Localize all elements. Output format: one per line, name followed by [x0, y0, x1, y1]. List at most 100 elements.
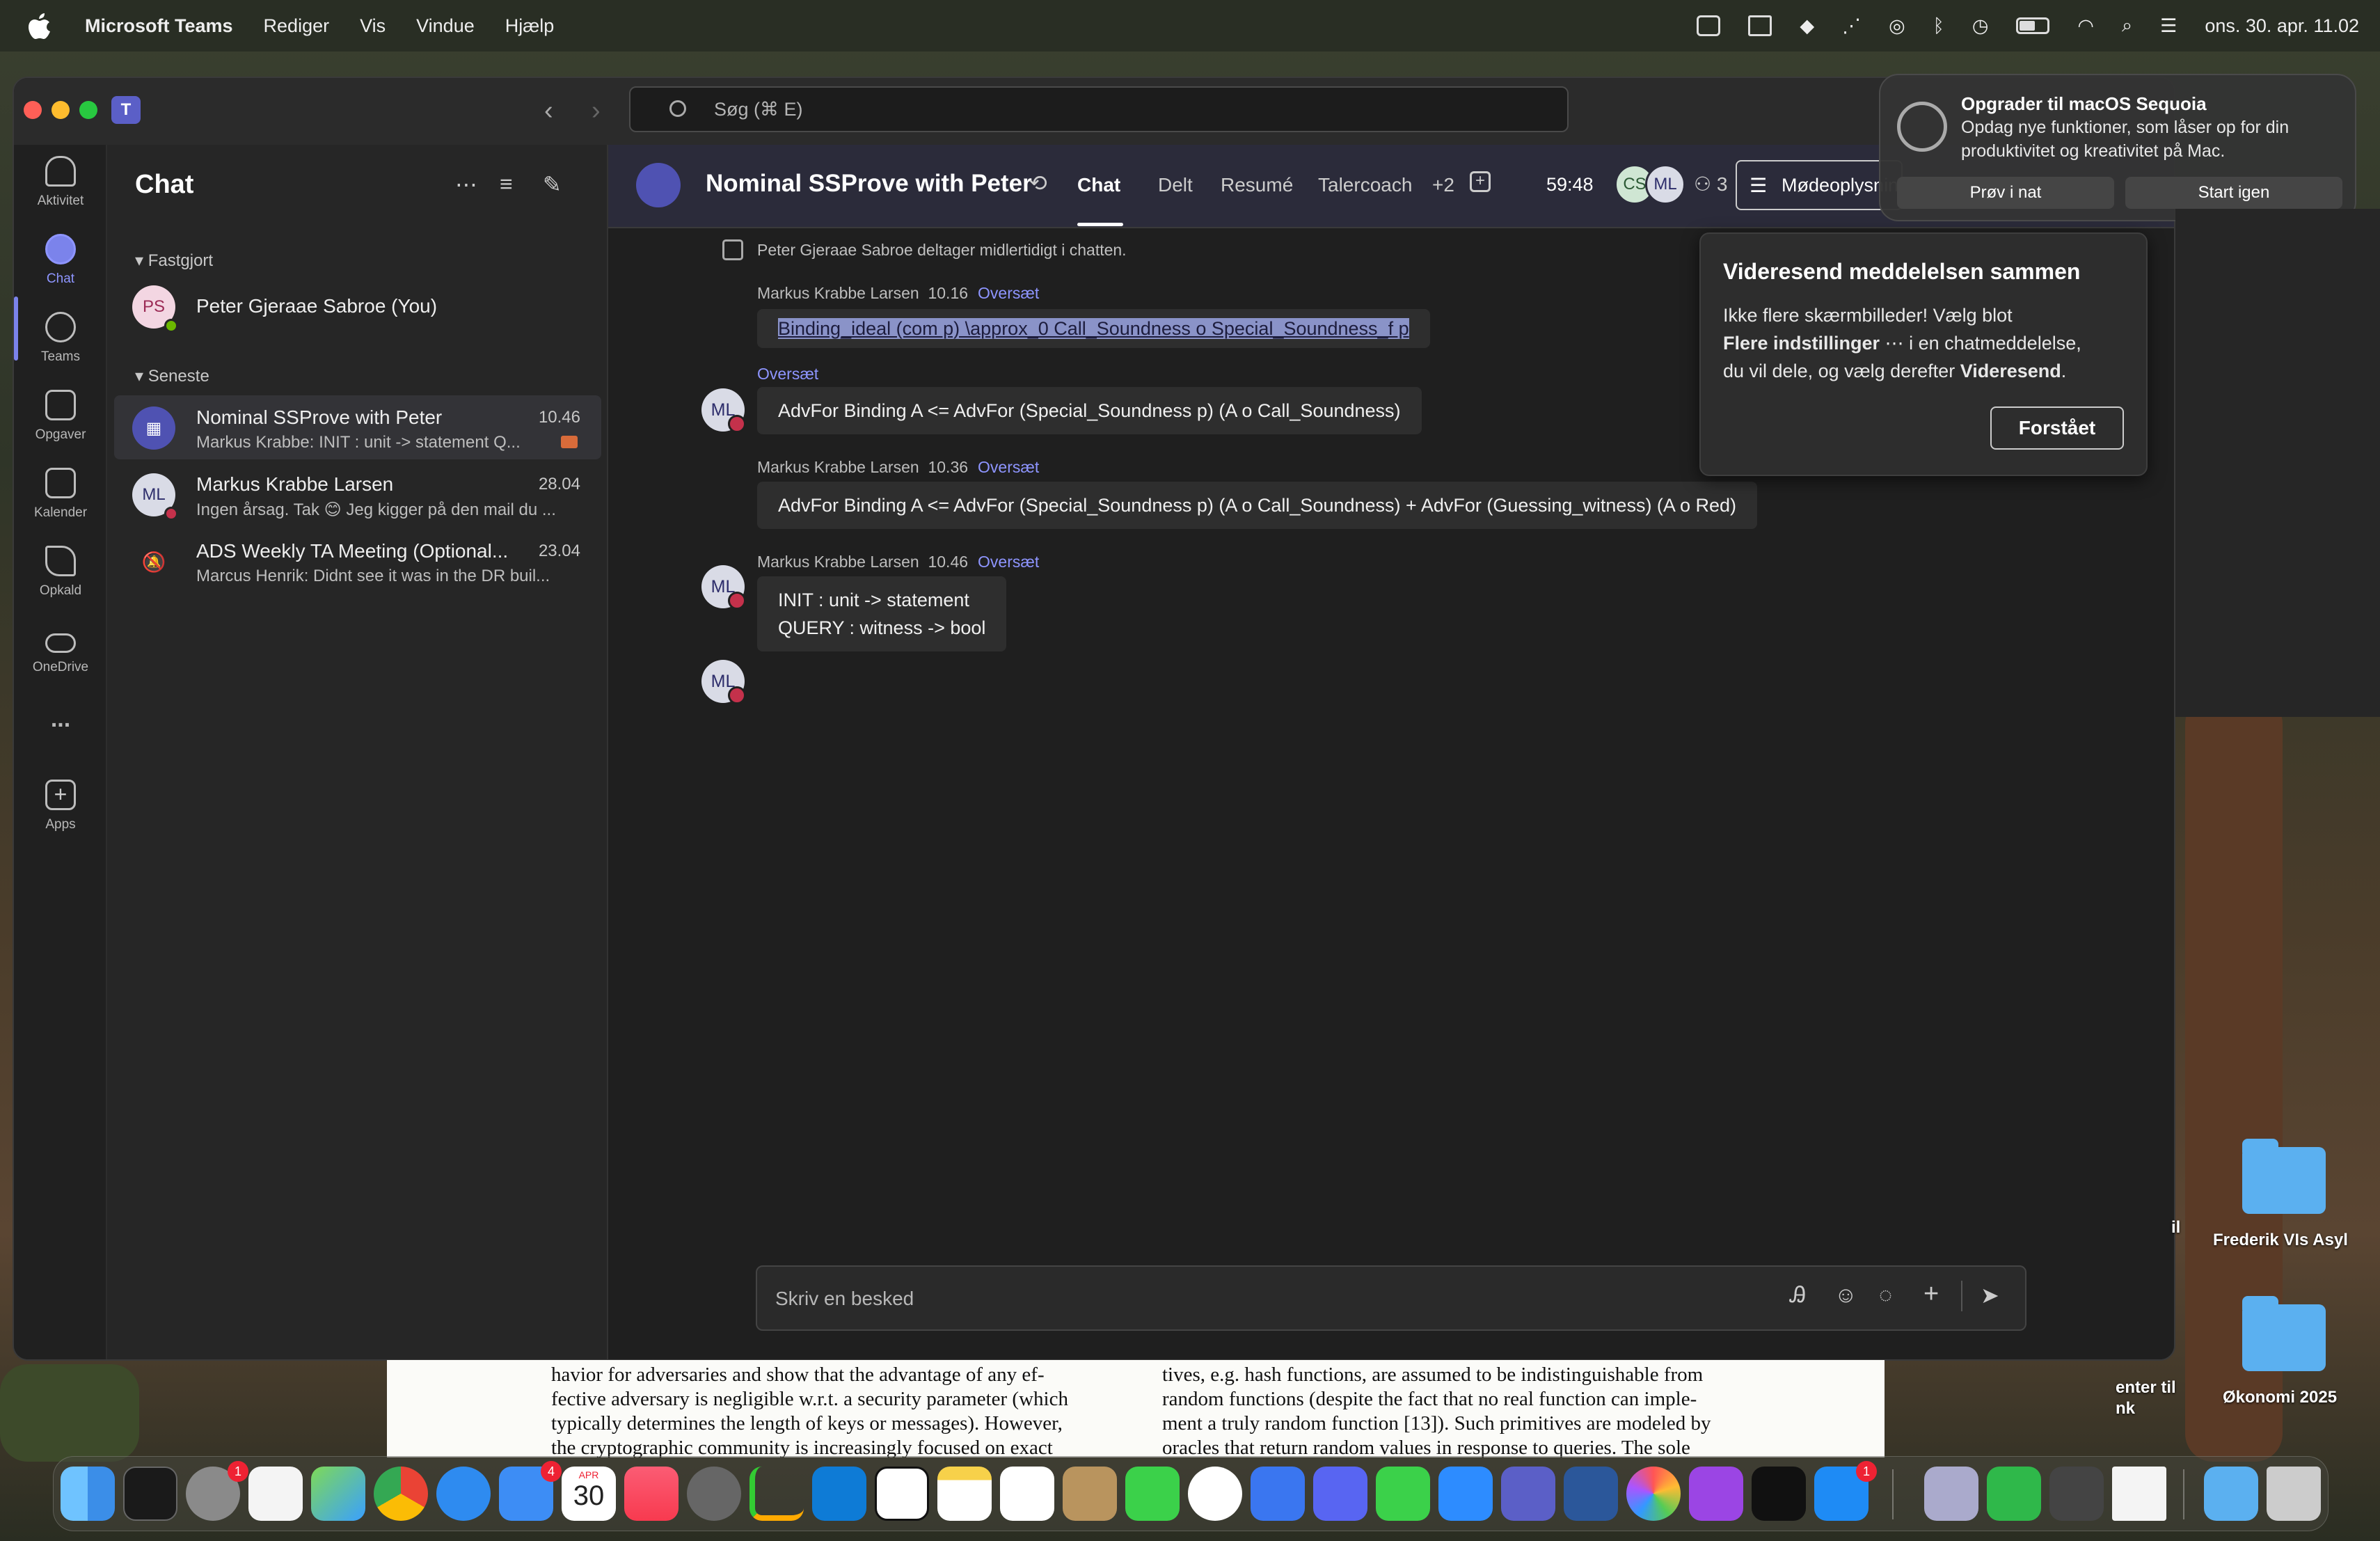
disk-utility-icon[interactable]	[687, 1467, 741, 1521]
message-bubble[interactable]: Binding_ideal (com p) \approx_0 Call_Sou…	[757, 309, 1430, 348]
send-icon[interactable]: ➤	[1981, 1282, 1999, 1309]
preview-icon[interactable]	[1924, 1467, 1978, 1521]
translate-link[interactable]: Oversæt	[978, 553, 1039, 571]
menu-hjaelp[interactable]: Hjælp	[505, 15, 555, 37]
wifi-icon[interactable]: ◠	[2077, 15, 2094, 37]
zoom-icon[interactable]	[1438, 1467, 1493, 1521]
messages-icon[interactable]	[1125, 1467, 1180, 1521]
new-chat-icon[interactable]: ✎	[543, 171, 562, 198]
menubar-clock[interactable]: ons. 30. apr. 11.02	[2205, 15, 2359, 37]
activity-icon[interactable]: ⋰	[1842, 15, 1861, 37]
got-it-button[interactable]: Forstået	[1990, 406, 2124, 450]
message-bubble[interactable]: AdvFor Binding A <= AdvFor (Special_Soun…	[757, 482, 1757, 529]
airdrop-icon[interactable]: ◎	[1889, 15, 1905, 37]
avatar[interactable]: ML	[701, 388, 746, 433]
tab-shared[interactable]: Delt	[1158, 174, 1193, 196]
finder-icon[interactable]	[61, 1467, 115, 1521]
sync-icon[interactable]: ⟲	[1029, 170, 1047, 196]
chat-item-markus[interactable]: ML Markus Krabbe Larsen Ingen årsag. Tak…	[114, 462, 601, 526]
teams-dock-icon[interactable]	[1501, 1467, 1555, 1521]
instruments-icon[interactable]	[749, 1467, 804, 1521]
avatar[interactable]: ML	[701, 565, 746, 610]
desktop-folder-label[interactable]: Frederik VIs Asyl	[2213, 1231, 2348, 1250]
rail-item-teams[interactable]: Teams	[14, 312, 107, 365]
numbers-icon[interactable]	[1987, 1467, 2041, 1521]
trash-icon[interactable]	[2267, 1467, 2321, 1521]
pinned-section-header[interactable]: ▾ Fastgjort	[135, 251, 213, 271]
zoom-window-button[interactable]	[79, 101, 97, 119]
menu-app-name[interactable]: Microsoft Teams	[85, 15, 233, 37]
teams-status-icon[interactable]	[1697, 15, 1721, 36]
translate-link[interactable]: Oversæt	[978, 458, 1039, 476]
message-bubble[interactable]: INIT : unit -> statement QUERY : witness…	[757, 576, 1007, 651]
podcasts-icon[interactable]	[1689, 1467, 1743, 1521]
chat-title[interactable]: Nominal SSProve with Peter	[706, 170, 1032, 198]
apple-tv-icon[interactable]	[1752, 1467, 1806, 1521]
tab-more[interactable]: +2	[1432, 174, 1454, 196]
maps-icon[interactable]	[311, 1467, 365, 1521]
music-icon[interactable]	[624, 1467, 679, 1521]
spotlight-search-icon[interactable]: ⌕	[2122, 15, 2132, 37]
avatar[interactable]: ML	[701, 660, 746, 704]
participant-avatar[interactable]: ML	[1645, 164, 1685, 205]
tab-speaker-coach[interactable]: Talercoach	[1318, 174, 1412, 196]
add-tab-icon[interactable]: +	[1470, 171, 1491, 192]
vscode-icon[interactable]	[812, 1467, 866, 1521]
safari-icon[interactable]	[436, 1467, 491, 1521]
battery-icon[interactable]	[2016, 17, 2050, 34]
rail-item-chat[interactable]: Chat	[14, 234, 107, 287]
rail-item-tasks[interactable]: Opgaver	[14, 390, 107, 443]
discord-icon[interactable]	[1313, 1467, 1367, 1521]
search-input[interactable]: Søg (⌘ E)	[629, 86, 1569, 132]
notion-icon[interactable]	[875, 1467, 929, 1521]
recent-section-header[interactable]: ▾ Seneste	[135, 366, 209, 386]
selected-text[interactable]: Binding_ideal (com p) \approx_0 Call_Sou…	[778, 318, 1409, 339]
rail-item-calendar[interactable]: Kalender	[14, 468, 107, 521]
more-options-icon[interactable]: ⋯	[455, 171, 477, 198]
dropbox-icon[interactable]: ◆	[1800, 15, 1814, 37]
chat-item-ads-weekly[interactable]: 🔕 ADS Weekly TA Meeting (Optional... Mar…	[114, 529, 601, 593]
format-icon[interactable]: Ꭿ	[1790, 1282, 1806, 1309]
bluetooth-icon[interactable]: ᛒ	[1933, 15, 1944, 37]
desktop-folder-label[interactable]: Økonomi 2025	[2223, 1388, 2337, 1407]
messenger-icon[interactable]	[1188, 1467, 1242, 1521]
terminal-icon[interactable]	[123, 1467, 177, 1521]
message-bubble[interactable]: AdvFor Binding A <= AdvFor (Special_Soun…	[757, 387, 1422, 434]
tab-chat[interactable]: Chat	[1077, 174, 1120, 196]
contacts-icon[interactable]	[1063, 1467, 1117, 1521]
folder-icon[interactable]	[2242, 1139, 2326, 1214]
chat-item-peter[interactable]: PS Peter Gjeraae Sabroe (You)	[114, 274, 601, 338]
minimize-window-button[interactable]	[51, 101, 70, 119]
calculator-icon[interactable]	[2049, 1467, 2104, 1521]
folder-icon[interactable]	[2242, 1296, 2326, 1371]
time-machine-icon[interactable]: ◷	[1972, 15, 1989, 37]
word-icon[interactable]	[1564, 1467, 1618, 1521]
back-arrow-icon[interactable]: ‹	[544, 96, 553, 126]
add-icon[interactable]: +	[1923, 1279, 1939, 1309]
meeting-info-button[interactable]: ☰ Mødeoplysninger	[1736, 160, 1903, 210]
participants-icon[interactable]: ⚇ 3	[1694, 173, 1727, 196]
calendar-app-icon[interactable]: APR 30	[562, 1467, 616, 1521]
chat-item-nominal-ssprove[interactable]: ▦ Nominal SSProve with Peter Markus Krab…	[114, 395, 601, 459]
filter-icon[interactable]: ≡	[500, 171, 513, 197]
passwords-icon[interactable]	[248, 1467, 303, 1521]
control-center-icon[interactable]: ☰	[2160, 15, 2177, 37]
forward-arrow-icon[interactable]: ›	[592, 96, 601, 126]
rail-item-apps[interactable]: + Apps	[14, 780, 107, 832]
rail-item-calls[interactable]: Opkald	[14, 546, 107, 599]
loop-icon[interactable]: ◌	[1879, 1282, 1892, 1308]
menu-rediger[interactable]: Rediger	[264, 15, 330, 37]
emoji-icon[interactable]: ☺	[1834, 1282, 1857, 1308]
rail-more-button[interactable]: ...	[14, 706, 107, 733]
notes-icon[interactable]	[937, 1467, 992, 1521]
rail-item-onedrive[interactable]: OneDrive	[14, 624, 107, 675]
try-tonight-button[interactable]: Prøv i nat	[1897, 177, 2114, 209]
menu-vis[interactable]: Vis	[360, 15, 386, 37]
reminders-icon[interactable]	[1000, 1467, 1054, 1521]
tab-recap[interactable]: Resumé	[1221, 174, 1293, 196]
rail-item-activity[interactable]: Aktivitet	[14, 156, 107, 209]
macos-update-notification[interactable]: Opgrader til macOS Sequoia Opdag nye fun…	[1879, 74, 2356, 221]
translate-link[interactable]: Oversæt	[978, 284, 1039, 302]
close-window-button[interactable]	[24, 101, 42, 119]
signal-icon[interactable]	[1251, 1467, 1305, 1521]
